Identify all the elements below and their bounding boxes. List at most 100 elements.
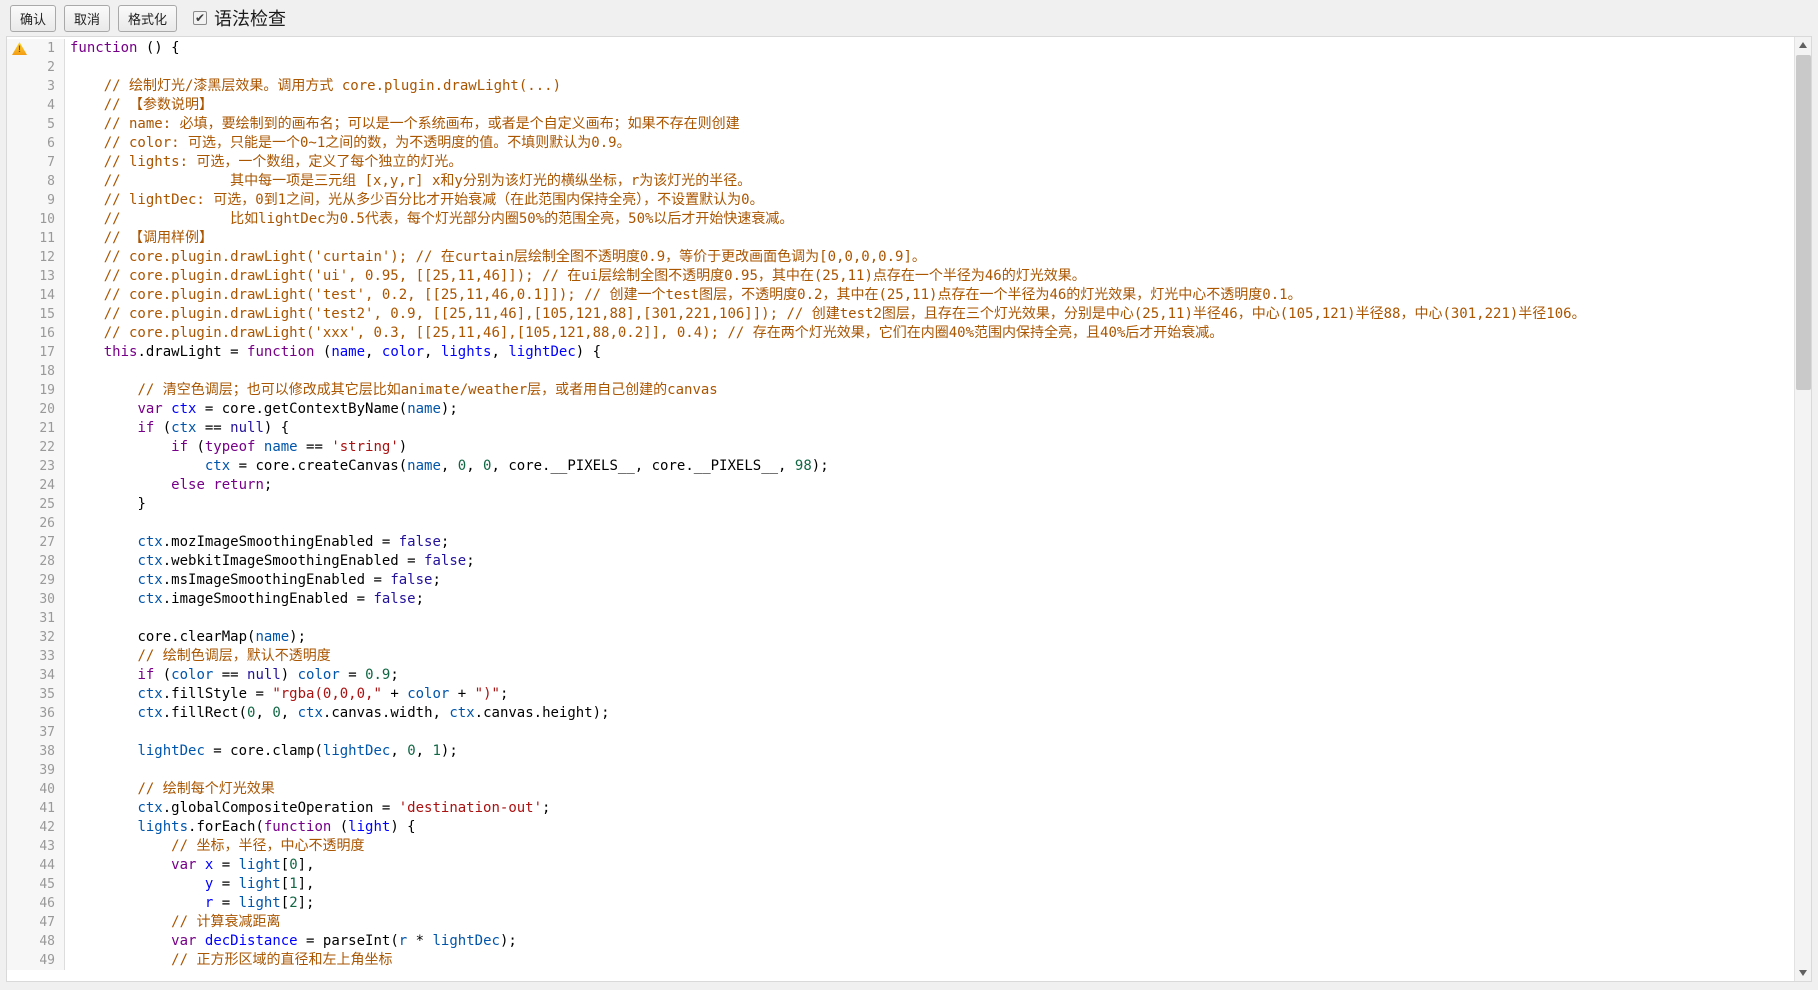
code-line[interactable]: 40 // 绘制每个灯光效果 bbox=[7, 780, 1794, 799]
code-line[interactable]: 41 ctx.globalCompositeOperation = 'desti… bbox=[7, 799, 1794, 818]
line-number[interactable]: 40 bbox=[7, 780, 65, 799]
line-number[interactable]: 35 bbox=[7, 685, 65, 704]
line-number[interactable]: 38 bbox=[7, 742, 65, 761]
code-line-text[interactable]: var ctx = core.getContextByName(name); bbox=[65, 400, 1794, 419]
code-line[interactable]: 3 // 绘制灯光/漆黑层效果。调用方式 core.plugin.drawLig… bbox=[7, 77, 1794, 96]
line-number[interactable]: 27 bbox=[7, 533, 65, 552]
code-line-text[interactable]: // core.plugin.drawLight('test', 0.2, [[… bbox=[65, 286, 1794, 305]
code-line[interactable]: 28 ctx.webkitImageSmoothingEnabled = fal… bbox=[7, 552, 1794, 571]
code-line-text[interactable]: lightDec = core.clamp(lightDec, 0, 1); bbox=[65, 742, 1794, 761]
code-line-text[interactable]: ctx.msImageSmoothingEnabled = false; bbox=[65, 571, 1794, 590]
code-line-text[interactable]: ctx.globalCompositeOperation = 'destinat… bbox=[65, 799, 1794, 818]
line-number[interactable]: 19 bbox=[7, 381, 65, 400]
code-line-text[interactable] bbox=[65, 723, 1794, 742]
code-line-text[interactable]: // 计算衰减距离 bbox=[65, 913, 1794, 932]
code-line-text[interactable]: // lights: 可选，一个数组，定义了每个独立的灯光。 bbox=[65, 153, 1794, 172]
code-line[interactable]: 2 bbox=[7, 58, 1794, 77]
line-number[interactable]: 9 bbox=[7, 191, 65, 210]
code-line[interactable]: 35 ctx.fillStyle = "rgba(0,0,0," + color… bbox=[7, 685, 1794, 704]
line-number[interactable]: 49 bbox=[7, 951, 65, 970]
code-line[interactable]: 18 bbox=[7, 362, 1794, 381]
code-line-text[interactable] bbox=[65, 362, 1794, 381]
cancel-button[interactable]: 取消 bbox=[64, 5, 110, 32]
code-line-text[interactable]: else return; bbox=[65, 476, 1794, 495]
code-editor[interactable]: 1function () {2 3 // 绘制灯光/漆黑层效果。调用方式 cor… bbox=[6, 36, 1812, 982]
code-line[interactable]: 24 else return; bbox=[7, 476, 1794, 495]
line-number[interactable]: 23 bbox=[7, 457, 65, 476]
line-number[interactable]: 24 bbox=[7, 476, 65, 495]
line-number[interactable]: 12 bbox=[7, 248, 65, 267]
line-number[interactable]: 8 bbox=[7, 172, 65, 191]
code-line[interactable]: 17 this.drawLight = function (name, colo… bbox=[7, 343, 1794, 362]
line-number[interactable]: 26 bbox=[7, 514, 65, 533]
code-line-text[interactable]: // 绘制色调层，默认不透明度 bbox=[65, 647, 1794, 666]
code-line[interactable]: 39 bbox=[7, 761, 1794, 780]
line-number[interactable]: 41 bbox=[7, 799, 65, 818]
code-line-text[interactable]: // core.plugin.drawLight('xxx', 0.3, [[2… bbox=[65, 324, 1794, 343]
line-number[interactable]: 20 bbox=[7, 400, 65, 419]
line-number[interactable]: 44 bbox=[7, 856, 65, 875]
code-line-text[interactable] bbox=[65, 609, 1794, 628]
line-number[interactable]: 29 bbox=[7, 571, 65, 590]
code-line-text[interactable]: ctx.imageSmoothingEnabled = false; bbox=[65, 590, 1794, 609]
line-number[interactable]: 16 bbox=[7, 324, 65, 343]
lint-warning-icon[interactable] bbox=[12, 42, 27, 55]
line-number[interactable]: 39 bbox=[7, 761, 65, 780]
code-line-text[interactable]: if (typeof name == 'string') bbox=[65, 438, 1794, 457]
code-line-text[interactable]: if (color == null) color = 0.9; bbox=[65, 666, 1794, 685]
code-line[interactable]: 45 y = light[1], bbox=[7, 875, 1794, 894]
line-number[interactable]: 32 bbox=[7, 628, 65, 647]
code-line-text[interactable]: // 坐标，半径，中心不透明度 bbox=[65, 837, 1794, 856]
line-number[interactable]: 18 bbox=[7, 362, 65, 381]
code-line[interactable]: 11 // 【调用样例】 bbox=[7, 229, 1794, 248]
line-number[interactable]: 33 bbox=[7, 647, 65, 666]
code-line[interactable]: 16 // core.plugin.drawLight('xxx', 0.3, … bbox=[7, 324, 1794, 343]
scroll-down-arrow-icon[interactable] bbox=[1795, 965, 1812, 981]
code-line-text[interactable]: function () { bbox=[65, 39, 1794, 58]
line-number[interactable]: 3 bbox=[7, 77, 65, 96]
code-line[interactable]: 25 } bbox=[7, 495, 1794, 514]
line-number[interactable]: 14 bbox=[7, 286, 65, 305]
code-line-text[interactable]: // lightDec: 可选，0到1之间，光从多少百分比才开始衰减（在此范围内… bbox=[65, 191, 1794, 210]
code-line[interactable]: 37 bbox=[7, 723, 1794, 742]
scrollbar-thumb[interactable] bbox=[1796, 55, 1811, 390]
code-line-text[interactable] bbox=[65, 58, 1794, 77]
code-line[interactable]: 42 lights.forEach(function (light) { bbox=[7, 818, 1794, 837]
line-number[interactable]: 21 bbox=[7, 419, 65, 438]
code-line-text[interactable]: // 【参数说明】 bbox=[65, 96, 1794, 115]
code-line[interactable]: 15 // core.plugin.drawLight('test2', 0.9… bbox=[7, 305, 1794, 324]
code-line[interactable]: 31 bbox=[7, 609, 1794, 628]
code-line-text[interactable]: // core.plugin.drawLight('curtain'); // … bbox=[65, 248, 1794, 267]
line-number[interactable]: 17 bbox=[7, 343, 65, 362]
code-line-text[interactable] bbox=[65, 761, 1794, 780]
code-line-text[interactable]: // 【调用样例】 bbox=[65, 229, 1794, 248]
line-number[interactable]: 25 bbox=[7, 495, 65, 514]
code-line[interactable]: 19 // 清空色调层；也可以修改成其它层比如animate/weather层，… bbox=[7, 381, 1794, 400]
code-line-text[interactable]: // 绘制每个灯光效果 bbox=[65, 780, 1794, 799]
code-line[interactable]: 4 // 【参数说明】 bbox=[7, 96, 1794, 115]
code-line[interactable]: 43 // 坐标，半径，中心不透明度 bbox=[7, 837, 1794, 856]
code-line[interactable]: 32 core.clearMap(name); bbox=[7, 628, 1794, 647]
code-line-text[interactable]: ctx.mozImageSmoothingEnabled = false; bbox=[65, 533, 1794, 552]
code-line[interactable]: 29 ctx.msImageSmoothingEnabled = false; bbox=[7, 571, 1794, 590]
code-line-text[interactable] bbox=[65, 514, 1794, 533]
line-number[interactable]: 31 bbox=[7, 609, 65, 628]
code-line[interactable]: 44 var x = light[0], bbox=[7, 856, 1794, 875]
code-line[interactable]: 23 ctx = core.createCanvas(name, 0, 0, c… bbox=[7, 457, 1794, 476]
line-number[interactable]: 48 bbox=[7, 932, 65, 951]
code-line[interactable]: 30 ctx.imageSmoothingEnabled = false; bbox=[7, 590, 1794, 609]
code-line[interactable]: 6 // color: 可选，只能是一个0~1之间的数，为不透明度的值。不填则默… bbox=[7, 134, 1794, 153]
scroll-up-arrow-icon[interactable] bbox=[1795, 37, 1812, 53]
code-line-text[interactable]: ctx.webkitImageSmoothingEnabled = false; bbox=[65, 552, 1794, 571]
line-number[interactable]: 37 bbox=[7, 723, 65, 742]
code-line[interactable]: 12 // core.plugin.drawLight('curtain'); … bbox=[7, 248, 1794, 267]
code-line-text[interactable]: ctx.fillStyle = "rgba(0,0,0," + color + … bbox=[65, 685, 1794, 704]
line-number[interactable]: 22 bbox=[7, 438, 65, 457]
line-number[interactable]: 11 bbox=[7, 229, 65, 248]
line-number[interactable]: 34 bbox=[7, 666, 65, 685]
code-line[interactable]: 27 ctx.mozImageSmoothingEnabled = false; bbox=[7, 533, 1794, 552]
code-line-text[interactable]: // core.plugin.drawLight('test2', 0.9, [… bbox=[65, 305, 1794, 324]
code-line[interactable]: 38 lightDec = core.clamp(lightDec, 0, 1)… bbox=[7, 742, 1794, 761]
code-line[interactable]: 5 // name: 必填，要绘制到的画布名；可以是一个系统画布，或者是个自定义… bbox=[7, 115, 1794, 134]
code-line[interactable]: 10 // 比如lightDec为0.5代表，每个灯光部分内圈50%的范围全亮，… bbox=[7, 210, 1794, 229]
